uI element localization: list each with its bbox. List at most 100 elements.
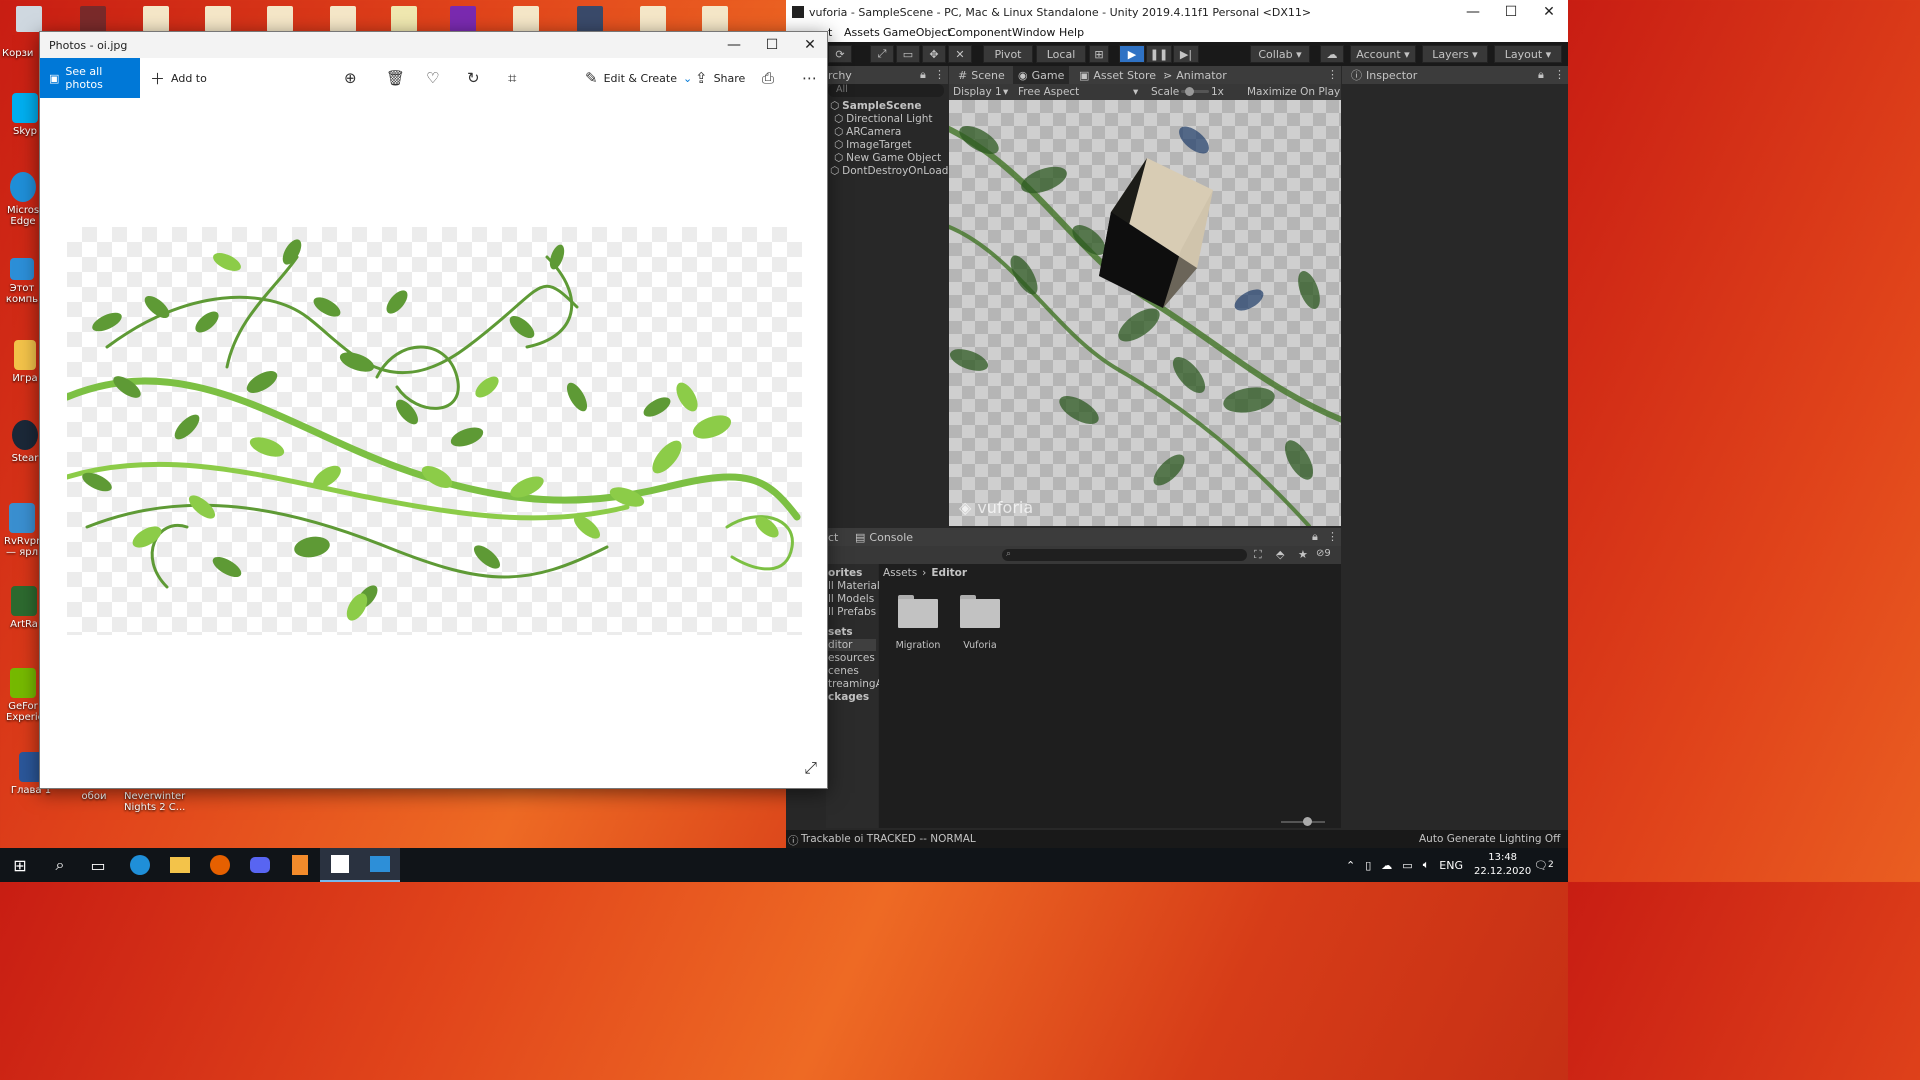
- minimize-button[interactable]: —: [1454, 0, 1492, 24]
- desktop-icon-wallpapers[interactable]: обои: [66, 791, 122, 802]
- desktop-file-icon[interactable]: [205, 6, 231, 32]
- lighting-status[interactable]: Auto Generate Lighting Off: [1419, 833, 1560, 845]
- zoom-button[interactable]: ⊕: [344, 58, 357, 98]
- tree-favorites[interactable]: orites: [828, 567, 862, 579]
- network-icon[interactable]: ▭: [1402, 859, 1412, 872]
- pivot-toggle[interactable]: Pivot: [983, 45, 1033, 63]
- kebab-menu-icon[interactable]: ⋮: [1554, 68, 1565, 81]
- taskbar-sublime[interactable]: [280, 848, 320, 882]
- layers-dropdown[interactable]: Layers ▾: [1422, 45, 1488, 63]
- crop-button[interactable]: ⌗: [508, 58, 516, 98]
- taskbar-discord[interactable]: [240, 848, 280, 882]
- maximize-button[interactable]: ☐: [1492, 0, 1530, 24]
- account-dropdown[interactable]: Account ▾: [1350, 45, 1416, 63]
- display-dropdown[interactable]: Display 1: [953, 86, 1002, 98]
- hierarchy-item[interactable]: ⬡ ARCamera: [834, 125, 901, 138]
- tree-item[interactable]: ll Materials: [828, 580, 885, 592]
- taskbar-edge[interactable]: [120, 848, 160, 882]
- device-icon[interactable]: ▯: [1365, 859, 1371, 872]
- desktop-file-icon[interactable]: [702, 6, 728, 32]
- add-to-button[interactable]: ＋ Add to: [150, 58, 207, 98]
- close-button[interactable]: ✕: [791, 32, 829, 58]
- breadcrumb-assets[interactable]: Assets: [883, 567, 917, 579]
- delete-button[interactable]: 🗑︎: [386, 58, 405, 98]
- search-button[interactable]: ⌕: [40, 848, 80, 882]
- kebab-menu-icon[interactable]: ⋮: [934, 68, 945, 81]
- desktop-file-icon[interactable]: [143, 6, 169, 32]
- minimize-button[interactable]: —: [715, 32, 753, 58]
- desktop-file-icon[interactable]: [391, 6, 417, 32]
- input-language[interactable]: ENG: [1439, 859, 1463, 872]
- clock[interactable]: 13:48 22.12.2020: [1474, 848, 1531, 882]
- menu-window[interactable]: Window: [1012, 26, 1055, 39]
- collab-dropdown[interactable]: Collab ▾: [1250, 45, 1310, 63]
- hierarchy-item[interactable]: ⬡ Directional Light: [834, 112, 933, 125]
- tab-scene[interactable]: # Scene: [953, 66, 1010, 84]
- notifications-button[interactable]: 🗨︎ 2: [1534, 848, 1554, 882]
- cloud-icon[interactable]: ☁: [1320, 45, 1344, 63]
- tab-console[interactable]: ▤ Console: [850, 528, 918, 546]
- tab-inspector[interactable]: ⓘ Inspector: [1346, 66, 1422, 84]
- taskbar-unity[interactable]: [320, 848, 360, 882]
- more-options-button[interactable]: ⋯: [802, 58, 817, 98]
- desktop-file-icon[interactable]: [640, 6, 666, 32]
- folder-icon[interactable]: [898, 595, 938, 628]
- desktop-file-icon[interactable]: [267, 6, 293, 32]
- rotate-tool-icon[interactable]: ⟳: [828, 45, 852, 63]
- share-button[interactable]: ⇪ Share: [695, 58, 745, 98]
- lock-icon[interactable]: 🔒︎: [1312, 530, 1318, 544]
- taskbar-firefox[interactable]: [200, 848, 240, 882]
- hierarchy-search-input[interactable]: All: [828, 84, 944, 97]
- tag-icon[interactable]: ⬘: [1276, 548, 1284, 561]
- scene-root[interactable]: ⬡ SampleScene: [830, 99, 922, 112]
- tab-game[interactable]: ◉ Game: [1013, 66, 1070, 84]
- taskbar-explorer[interactable]: [160, 848, 200, 882]
- hierarchy-item[interactable]: ⬡ DontDestroyOnLoad: [830, 164, 948, 177]
- tab-hierarchy[interactable]: rchy: [828, 69, 852, 82]
- rotate-button[interactable]: ↻: [467, 58, 480, 98]
- tree-packages[interactable]: ckages: [828, 691, 869, 703]
- menu-component[interactable]: Component: [948, 26, 1012, 39]
- tree-item[interactable]: ll Prefabs: [828, 606, 876, 618]
- volume-icon[interactable]: 🔈︎: [1423, 858, 1430, 872]
- maximize-on-play-toggle[interactable]: Maximize On Play: [1247, 86, 1340, 98]
- play-button[interactable]: ▶: [1119, 45, 1145, 63]
- desktop-file-icon[interactable]: [577, 6, 603, 32]
- hidden-packages-count[interactable]: ⊘9: [1316, 548, 1331, 559]
- menu-gameobject[interactable]: GameObject: [883, 26, 952, 39]
- rect-tool-icon[interactable]: ▭: [896, 45, 920, 63]
- edit-create-button[interactable]: ✎ Edit & Create ⌄: [585, 58, 692, 98]
- filter-type-icon[interactable]: ⛶: [1254, 548, 1262, 562]
- hierarchy-item[interactable]: ⬡ New Game Object: [834, 151, 941, 164]
- close-button[interactable]: ✕: [1530, 0, 1568, 24]
- desktop-file-icon[interactable]: [330, 6, 356, 32]
- tree-item[interactable]: cenes: [828, 665, 859, 677]
- desktop-icon-steam[interactable]: Stear: [10, 420, 40, 464]
- tree-item-selected[interactable]: ditor: [828, 639, 876, 651]
- icon-size-slider-thumb[interactable]: [1303, 817, 1312, 826]
- maximize-button[interactable]: ☐: [753, 32, 791, 58]
- tree-item[interactable]: esources: [828, 652, 875, 664]
- tree-assets[interactable]: sets: [828, 626, 853, 638]
- desktop-file-icon[interactable]: [80, 6, 106, 32]
- pause-button[interactable]: ❚❚: [1146, 45, 1172, 63]
- kebab-menu-icon[interactable]: ⋮: [1327, 530, 1338, 543]
- favorite-button[interactable]: ♡: [426, 58, 439, 98]
- desktop-icon-neverwinter[interactable]: Neverwinter Nights 2 C...: [124, 791, 194, 813]
- task-view-button[interactable]: ▭: [78, 848, 118, 882]
- photo-viewer-image[interactable]: [67, 227, 802, 635]
- scale-slider-thumb[interactable]: [1185, 87, 1194, 96]
- lock-icon[interactable]: 🔒︎: [920, 68, 926, 82]
- tab-project[interactable]: ct: [828, 531, 838, 544]
- scale-tool-icon[interactable]: ⤢: [870, 45, 894, 63]
- desktop-file-icon[interactable]: [513, 6, 539, 32]
- onedrive-icon[interactable]: ☁: [1381, 859, 1392, 872]
- desktop-icon-edge[interactable]: Micros Edge: [6, 172, 40, 227]
- see-all-photos-button[interactable]: ▣ See all photos: [40, 58, 140, 98]
- transform-tool-icon[interactable]: ✥: [922, 45, 946, 63]
- recycle-bin-icon[interactable]: [16, 6, 42, 32]
- tree-item[interactable]: ll Models: [828, 593, 874, 605]
- tree-item[interactable]: treamingA: [828, 678, 883, 690]
- desktop-icon-rvrvpr[interactable]: RvRvpr — ярл: [4, 503, 40, 558]
- star-icon[interactable]: ★: [1298, 548, 1308, 561]
